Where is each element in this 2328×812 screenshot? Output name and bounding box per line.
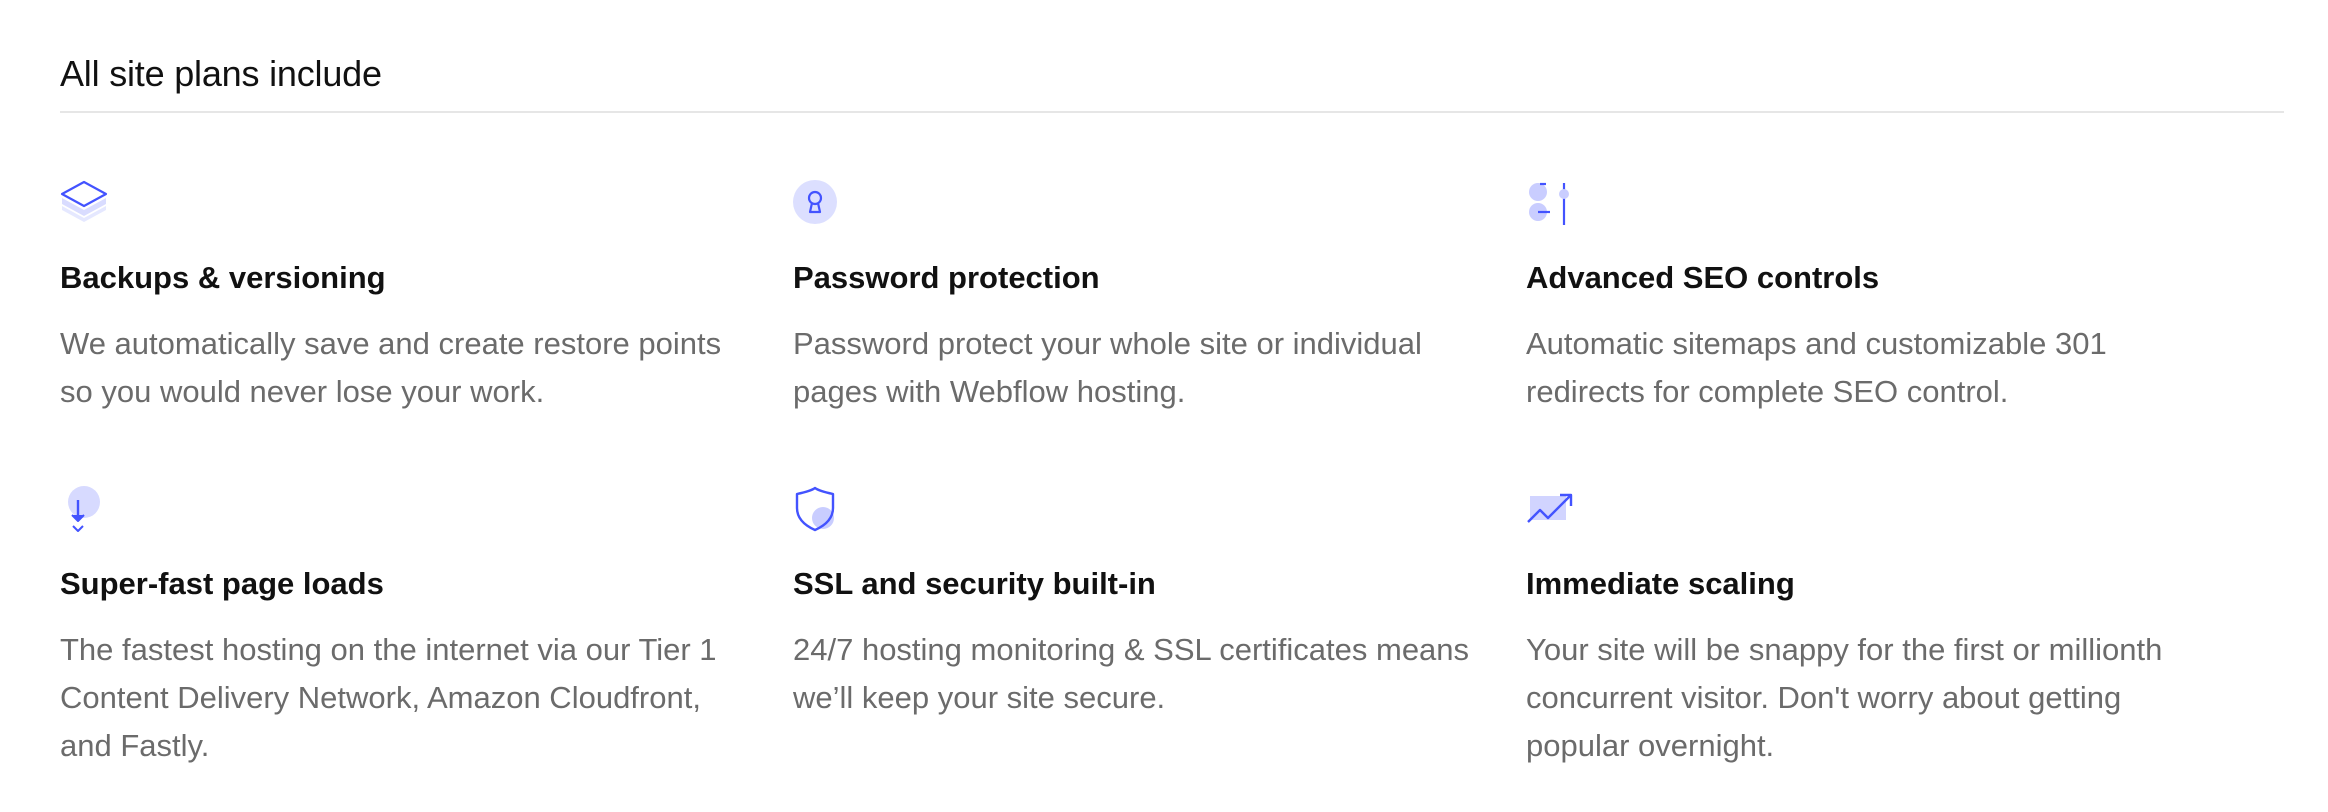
feature-description: The fastest hosting on the internet via … xyxy=(60,632,717,763)
shield-icon xyxy=(793,486,841,534)
feature-description: Automatic sitemaps and customizable 301 … xyxy=(1526,326,2107,409)
feature-title: Advanced SEO controls xyxy=(1526,260,1880,295)
feature-description: We automatically save and create restore… xyxy=(60,326,722,409)
feature-title: Password protection xyxy=(793,260,1100,295)
layers-icon xyxy=(60,180,108,228)
keyhole-icon xyxy=(793,180,841,228)
download-arrow-icon xyxy=(60,486,108,534)
feature-description: 24/7 hosting monitoring & SSL certificat… xyxy=(793,632,1470,715)
feature-description: Password protect your whole site or indi… xyxy=(793,326,1422,409)
feature-title: SSL and security built-in xyxy=(793,566,1156,601)
sliders-icon xyxy=(1526,180,1574,228)
feature-title: Immediate scaling xyxy=(1526,566,1795,601)
feature-title: Backups & versioning xyxy=(60,260,386,295)
trending-up-icon xyxy=(1526,486,1574,534)
feature-title: Super-fast page loads xyxy=(60,566,384,601)
section-title: All site plans include xyxy=(60,53,382,94)
divider xyxy=(60,111,2284,113)
feature-description: Your site will be snappy for the first o… xyxy=(1526,632,2163,763)
